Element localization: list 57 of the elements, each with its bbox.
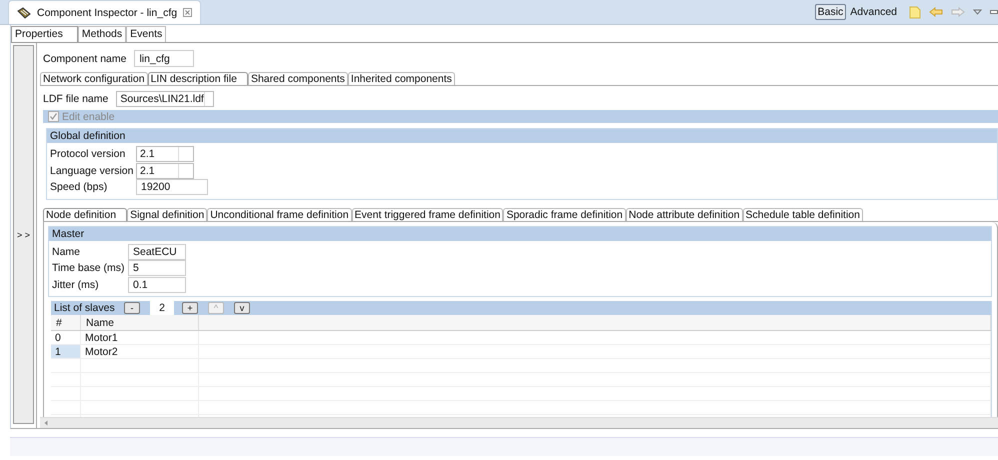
mode-button[interactable]: Advanced [847,4,900,20]
scroll-left-icon[interactable] [44,420,48,426]
definition-tab[interactable]: Event triggered frame definition [352,208,504,220]
horizontal-scrollbar[interactable] [40,417,998,428]
list-title: List of slaves [54,302,116,314]
section-tab[interactable]: Shared components [248,72,348,85]
field-label: Speed (bps) [50,181,108,193]
input-field[interactable]: 0.1 [128,276,186,292]
column-header[interactable]: # [51,315,80,330]
input-field[interactable]: lin_cfg [134,50,194,67]
group-header: Global definition [47,129,997,143]
definition-tab[interactable]: Sporadic frame definition [503,208,626,220]
definition-tab[interactable]: Node definition [43,208,128,220]
back-arrow-icon[interactable] [929,7,943,17]
table-cell: Motor1 [80,330,198,344]
dropdown[interactable]: 2.1 [136,146,194,162]
definition-tab[interactable]: Node attribute definition [626,208,743,220]
field-label: LDF file name [43,93,108,105]
list-button[interactable]: + [182,302,198,314]
table-cell[interactable]: 1 [51,344,80,358]
field-label: Component name [43,52,126,64]
expand-button[interactable]: > > [13,45,34,424]
view-title: Component Inspector - lin_cfg [37,6,178,18]
properties-tab[interactable]: Properties [11,26,78,42]
minimize-icon[interactable] [990,10,998,14]
input-field[interactable]: 5 [128,260,186,276]
view-tab[interactable]: Component Inspector - lin_cfg [8,0,202,24]
component-icon [17,6,31,18]
input-field[interactable]: SeatECU [128,244,186,260]
column-header[interactable]: Name [80,315,198,330]
group-header: Master [49,226,991,240]
field-label: Name [52,246,82,258]
view-menu-icon[interactable] [973,9,982,15]
table-cell: Motor2 [80,344,198,358]
count-field[interactable]: 2 [150,301,174,315]
dropdown[interactable]: Sources\LIN21.ldf [116,91,214,107]
dropdown[interactable]: 2.1 [136,162,194,178]
note-icon[interactable] [909,6,921,18]
section-tab[interactable]: Network configuration [40,72,148,85]
check-icon [49,112,58,121]
input-field[interactable]: 19200 [136,179,208,195]
properties-tab[interactable]: Methods [78,26,126,42]
section-tab[interactable]: Inherited components [348,72,455,85]
field-label: Jitter (ms) [52,278,100,290]
field-label: Language version [50,164,134,176]
list-button[interactable]: - [124,302,140,314]
field-label: Protocol version [50,148,126,160]
mode-button[interactable]: Basic [814,4,846,20]
section-tab[interactable]: LIN description file [148,72,248,85]
close-icon[interactable] [183,8,192,17]
definition-tab[interactable]: Schedule table definition [742,208,863,220]
properties-tab[interactable]: Events [126,26,166,42]
definition-tab[interactable]: Unconditional frame definition [207,208,352,220]
field-label: Time base (ms) [52,262,126,274]
forward-arrow-icon[interactable] [951,7,965,17]
list-button[interactable]: v [234,302,250,314]
definition-tab[interactable]: Signal definition [127,208,208,220]
